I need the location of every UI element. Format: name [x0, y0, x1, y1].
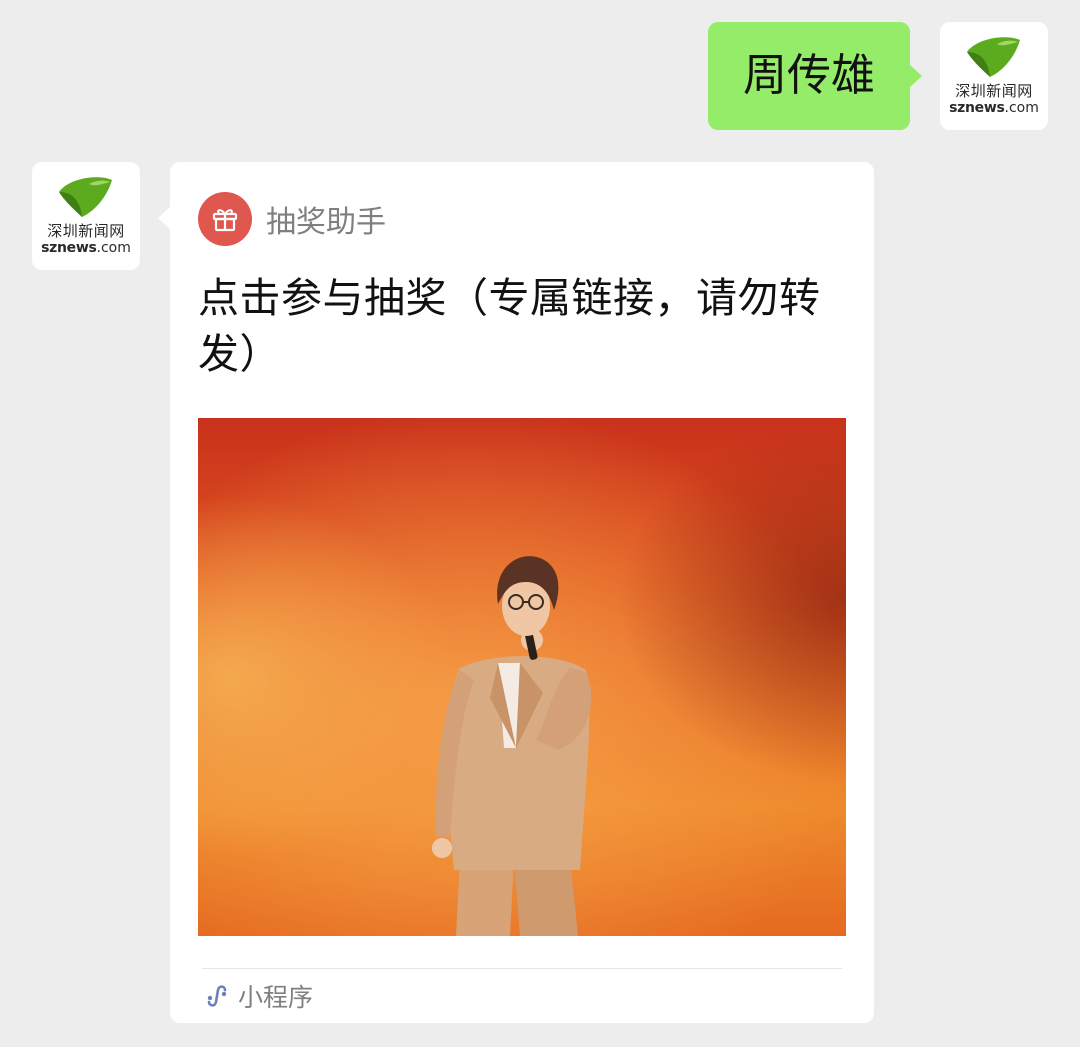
- avatar-site-domain: sznews.com: [41, 240, 131, 256]
- card-divider: [202, 968, 842, 969]
- card-title[interactable]: 点击参与抽奖（专属链接，请勿转发）: [198, 270, 848, 382]
- mini-program-label: 小程序: [238, 983, 314, 1012]
- outgoing-message-text: 周传雄: [743, 50, 875, 101]
- sender-avatar[interactable]: 深圳新闻网 sznews.com: [940, 22, 1048, 130]
- concert-photo[interactable]: [198, 418, 846, 936]
- avatar-site-name: 深圳新闻网: [955, 82, 1033, 100]
- outgoing-message-bubble[interactable]: 周传雄: [708, 22, 922, 130]
- gift-icon: [198, 192, 252, 246]
- mini-program-card[interactable]: 抽奖助手 点击参与抽奖（专属链接，请勿转发） 小程序: [158, 162, 874, 1023]
- contact-avatar[interactable]: 深圳新闻网 sznews.com: [32, 162, 140, 270]
- avatar-site-domain: sznews.com: [949, 100, 1039, 116]
- card-source-name: 抽奖助手: [266, 205, 386, 240]
- card-footer: 小程序: [202, 976, 313, 1016]
- avatar-site-name: 深圳新闻网: [47, 222, 125, 240]
- card-header: 抽奖助手: [198, 192, 386, 246]
- mini-program-icon: [202, 981, 232, 1011]
